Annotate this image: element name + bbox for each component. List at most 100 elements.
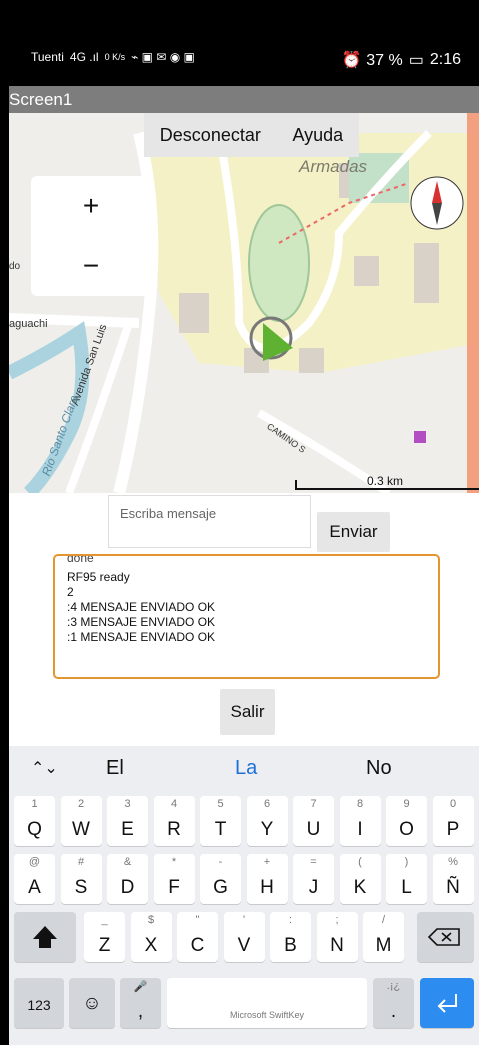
key-hint: ;: [335, 914, 339, 926]
key-u[interactable]: 7U: [293, 796, 334, 846]
key-hint: &: [123, 856, 132, 868]
key-c[interactable]: " C: [177, 912, 218, 962]
key-g[interactable]: -G: [200, 854, 241, 904]
suggestion-3[interactable]: No: [366, 757, 392, 780]
key-z[interactable]: _ Z: [84, 912, 125, 962]
zoom-in-button[interactable]: +: [31, 176, 151, 236]
key-label: F: [168, 877, 180, 898]
key-label: ,: [137, 1001, 144, 1022]
period-key[interactable]: .¡¿.: [373, 978, 414, 1028]
key-b[interactable]: :B: [270, 912, 311, 962]
log-textarea[interactable]: done RF95 ready 2 :4 MENSAJE ENVIADO OK …: [53, 554, 440, 679]
help-button[interactable]: Ayuda: [292, 125, 343, 146]
suggestion-2[interactable]: La: [235, 757, 257, 780]
log-line: RF95 ready: [67, 570, 130, 584]
key-v[interactable]: ' V: [223, 912, 265, 962]
key-p[interactable]: 0P: [432, 796, 474, 846]
zoom-control: + −: [31, 176, 151, 296]
key-label: S: [74, 877, 88, 898]
key-i[interactable]: 8I: [339, 796, 381, 846]
numbers-key[interactable]: 123: [14, 978, 64, 1028]
key-hint: 4: [170, 798, 178, 810]
send-button[interactable]: Enviar: [317, 512, 390, 552]
key-label: J: [308, 877, 319, 898]
key-label: T: [214, 819, 227, 840]
log-line: :4 MENSAJE ENVIADO OK: [67, 600, 216, 614]
key-hint: -: [218, 856, 223, 868]
key-e[interactable]: 3E: [107, 796, 148, 846]
key-hint: 8: [356, 798, 364, 810]
key-x[interactable]: $ X: [130, 912, 172, 962]
key-s[interactable]: # S: [60, 854, 102, 904]
status-right: ⏰ 37 % ▭ 2:16: [342, 50, 461, 70]
map-label-do: do: [9, 261, 21, 272]
key-hint: +: [263, 856, 271, 868]
key-hint: 1: [31, 798, 38, 810]
log-line: 2: [67, 585, 74, 599]
key-o[interactable]: 9O: [386, 796, 427, 846]
map-label-armadas: Armadas: [299, 157, 368, 176]
zoom-out-button[interactable]: −: [31, 236, 151, 296]
key-h[interactable]: + H: [246, 854, 288, 904]
space-key[interactable]: Microsoft SwiftKey: [167, 978, 367, 1028]
key-hint: 9: [403, 798, 410, 810]
backspace-key[interactable]: [417, 912, 474, 962]
key-hint: ': [242, 914, 246, 926]
disconnect-button[interactable]: Desconectar: [160, 125, 261, 146]
log-line-cut: done: [67, 554, 94, 565]
key-r[interactable]: 4R: [153, 796, 195, 846]
key-ñ[interactable]: % Ñ: [432, 854, 474, 904]
key-label: L: [401, 877, 412, 898]
key-k[interactable]: (K: [339, 854, 381, 904]
key-label: V: [237, 935, 251, 956]
clock: 2:16: [429, 51, 461, 68]
key-j[interactable]: = J: [293, 854, 334, 904]
key-label: Microsoft SwiftKey: [229, 1010, 305, 1020]
enter-key[interactable]: [420, 978, 474, 1028]
comma-key[interactable]: 🎤,: [120, 978, 161, 1028]
key-label: B: [284, 935, 297, 956]
key-label: 123: [27, 997, 51, 1013]
key-hint: @: [28, 856, 41, 868]
suggestion-1[interactable]: El: [106, 757, 124, 780]
key-label: D: [120, 877, 135, 898]
log-line: :3 MENSAJE ENVIADO OK: [67, 615, 216, 629]
alarm-battery-percent: ⏰ 37 %: [341, 52, 403, 69]
key-label: N: [330, 935, 344, 956]
emoji-key[interactable]: ☺: [69, 978, 115, 1028]
key-m[interactable]: / M: [363, 912, 404, 962]
key-t[interactable]: 5T: [200, 796, 241, 846]
key-label: O: [399, 819, 414, 840]
key-w[interactable]: 2W: [60, 796, 102, 846]
key-label: Z: [98, 935, 111, 956]
key-label: A: [28, 877, 41, 898]
key-n[interactable]: ; N: [316, 912, 358, 962]
key-y[interactable]: 6Y: [246, 796, 288, 846]
key-label: U: [306, 819, 321, 840]
status-left: Tuenti 4G .ıl 0 K/s ⌁ ▣ ✉ ◉ ▣: [31, 50, 195, 64]
key-label: M: [375, 935, 392, 956]
key-hint: :: [288, 914, 293, 926]
key-hint: 2: [77, 798, 85, 810]
map-view[interactable]: Armadas aguachi do Avenida San Luis Rio …: [9, 113, 479, 493]
key-a[interactable]: @ A: [14, 854, 55, 904]
expand-suggestions-icon[interactable]: ⌃⌄: [31, 758, 58, 778]
shift-key[interactable]: [14, 912, 76, 962]
key-hint: $: [147, 914, 155, 926]
key-d[interactable]: & D: [107, 854, 148, 904]
map-canvas: [9, 113, 479, 493]
keyboard: ⌃⌄ El La No 1 Q 2 W 3 E 4 R 5 T 6 Y 7 U 8 I 9 O 0 P @ A # S & D * F…: [9, 746, 479, 1045]
battery-icon: ▭: [408, 52, 424, 69]
microphone-icon: 🎤: [133, 981, 148, 993]
exit-button[interactable]: Salir: [220, 689, 275, 735]
message-input[interactable]: Escriba mensaje: [108, 495, 311, 548]
key-label: W: [72, 819, 90, 840]
key-f[interactable]: * F: [153, 854, 195, 904]
status-bar: Tuenti 4G .ıl 0 K/s ⌁ ▣ ✉ ◉ ▣ ⏰ 37 % ▭ 2…: [9, 0, 479, 86]
key-l[interactable]: ) L: [386, 854, 427, 904]
key-hint: /: [381, 914, 386, 926]
key-label: Ñ: [446, 877, 460, 898]
key-label: Y: [260, 819, 274, 840]
map-top-buttons: Desconectar Ayuda: [144, 113, 359, 157]
key-q[interactable]: 1Q: [14, 796, 55, 846]
